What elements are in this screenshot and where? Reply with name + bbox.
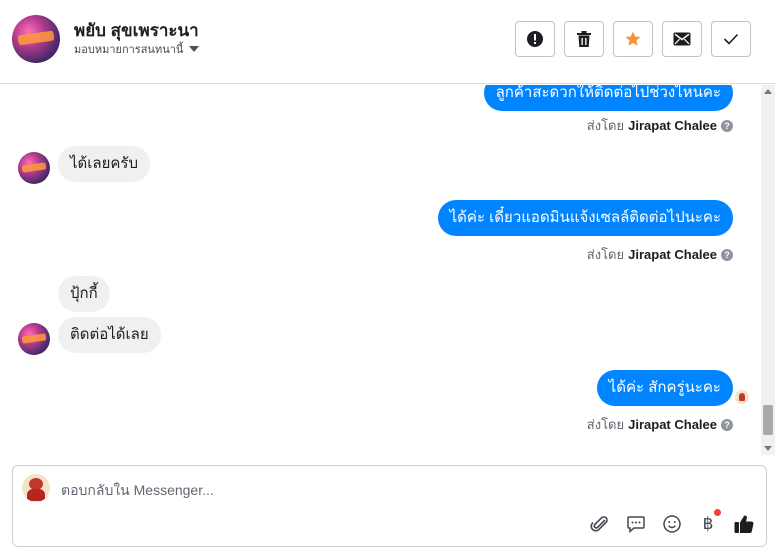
notification-dot (714, 509, 721, 516)
sent-by-prefix: ส่งโดย (586, 417, 625, 432)
sent-by-name: Jirapat Chalee (628, 118, 717, 133)
alert-icon (527, 31, 543, 47)
chat-bubble-icon (627, 516, 645, 534)
emoji-button[interactable] (661, 513, 683, 535)
scroll-up-arrow-icon[interactable] (764, 89, 772, 94)
mark-unread-button[interactable] (662, 21, 702, 57)
payment-button[interactable]: ฿ (697, 509, 721, 535)
page-avatar (22, 474, 50, 502)
saved-replies-button[interactable] (625, 513, 647, 535)
baht-icon: ฿ (702, 514, 714, 533)
incoming-message[interactable]: ติดต่อได้เลย (58, 317, 161, 353)
outgoing-message[interactable]: ได้ค่ะ เดี๋ยวแอดมินแจ้งเซลล์ติดต่อไปนะคะ (437, 200, 733, 236)
assign-label: มอบหมายการสนทนานี้ (74, 44, 184, 56)
seen-avatar-icon (735, 390, 749, 404)
conversation-header: พยับ สุขเพราะนา มอบหมายการสนทนานี้ (0, 0, 775, 84)
scroll-down-arrow-icon[interactable] (764, 446, 772, 451)
check-icon (723, 33, 739, 45)
envelope-icon (673, 32, 691, 46)
outgoing-message[interactable]: ลูกค้าสะดวกให้ติดต่อไปช่วงไหนคะ (483, 85, 733, 111)
trash-icon (577, 31, 591, 47)
sent-by-name: Jirapat Chalee (628, 247, 717, 262)
mark-done-button[interactable] (711, 21, 751, 57)
smiley-icon (663, 515, 681, 533)
delete-button[interactable] (564, 21, 604, 57)
reply-input[interactable] (61, 479, 711, 501)
reply-composer: ฿ (12, 465, 767, 547)
help-icon[interactable]: ? (721, 248, 733, 261)
star-icon (625, 31, 641, 46)
composer-tools: ฿ (589, 509, 755, 535)
conversation-actions (515, 21, 751, 57)
sent-by-label: ส่งโดย Jirapat Chalee ? (587, 115, 733, 136)
like-button[interactable] (733, 513, 755, 535)
contact-avatar[interactable] (12, 15, 60, 63)
scroll-thumb[interactable] (763, 405, 773, 435)
message-thread[interactable]: ลูกค้าสะดวกให้ติดต่อไปช่วงไหนคะ ส่งโดย J… (0, 85, 775, 455)
mark-spam-button[interactable] (515, 21, 555, 57)
sent-by-name: Jirapat Chalee (628, 417, 717, 432)
caret-down-icon (189, 46, 200, 52)
help-icon[interactable]: ? (721, 418, 733, 431)
star-button[interactable] (613, 21, 653, 57)
incoming-message[interactable]: ปุ้กกี้ (58, 276, 110, 312)
help-icon[interactable]: ? (721, 119, 733, 132)
outgoing-message[interactable]: ได้ค่ะ สักครู่นะคะ (596, 370, 733, 406)
sent-by-label: ส่งโดย Jirapat Chalee ? (587, 414, 733, 435)
contact-avatar-small[interactable] (18, 323, 50, 355)
thumbs-up-icon (734, 515, 754, 534)
incoming-message[interactable]: ได้เลยครับ (58, 146, 151, 182)
assign-conversation-dropdown[interactable]: มอบหมายการสนทนานี้ (74, 40, 200, 58)
attach-button[interactable] (589, 513, 611, 535)
paperclip-icon (590, 516, 608, 532)
sent-by-label: ส่งโดย Jirapat Chalee ? (587, 244, 733, 265)
sent-by-prefix: ส่งโดย (586, 118, 625, 133)
sent-by-prefix: ส่งโดย (586, 247, 625, 262)
contact-avatar-small[interactable] (18, 152, 50, 184)
thread-scrollbar[interactable] (761, 85, 775, 455)
